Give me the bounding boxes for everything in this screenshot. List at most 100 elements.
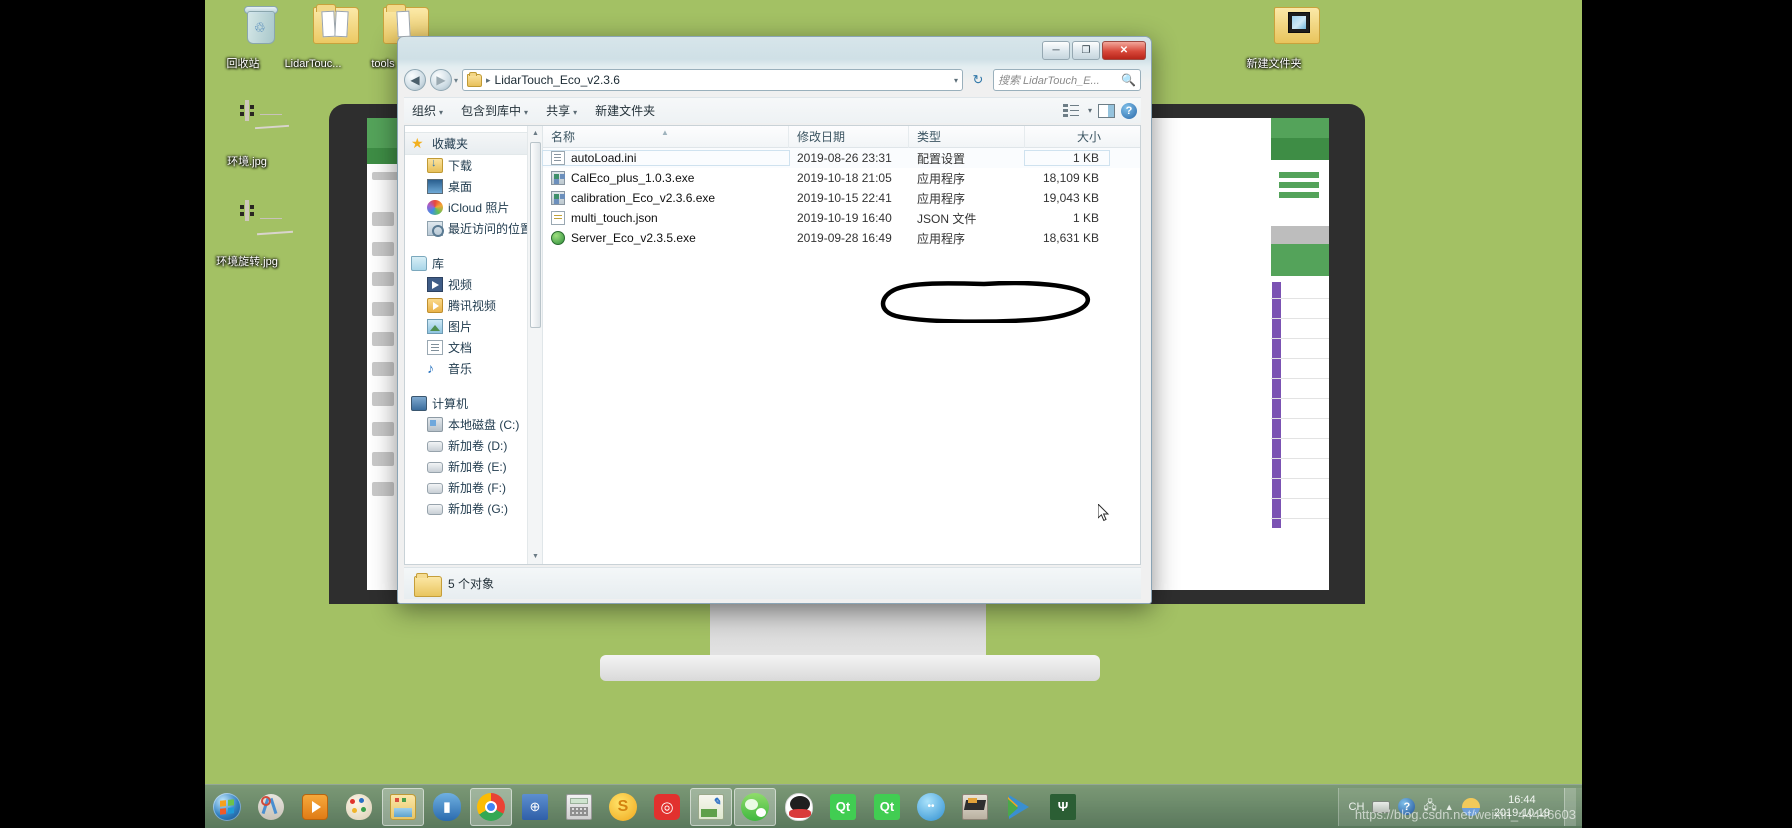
desktop-icon-new-folder[interactable]: 新建文件夹 xyxy=(1228,4,1320,70)
taskbar-media-player-icon[interactable] xyxy=(294,788,336,826)
sidebar-item-icloud-photos[interactable]: iCloud 照片 xyxy=(405,197,542,218)
taskbar-chrome-icon[interactable] xyxy=(470,787,512,826)
sidebar-item-computer[interactable]: 计算机 xyxy=(405,393,542,414)
breadcrumb[interactable]: ▸ LidarTouch_Eco_v2.3.6 ▾ xyxy=(462,69,963,91)
taskbar-sogou-icon[interactable]: S xyxy=(602,788,644,826)
taskbar-qt-creator-icon[interactable]: Qt xyxy=(822,788,864,826)
drive-icon xyxy=(427,462,443,473)
new-folder-button[interactable]: 新建文件夹 xyxy=(587,99,663,122)
taskbar-qq-icon[interactable] xyxy=(778,788,820,826)
titlebar[interactable]: ─ ❐ ✕ xyxy=(401,40,1148,66)
desktop-icon-huanjing-jpg[interactable]: 环境.jpg xyxy=(205,100,293,168)
sidebar-item-music[interactable]: ♪ 音乐 xyxy=(405,358,542,379)
sidebar-item-desktop[interactable]: 桌面 xyxy=(405,176,542,197)
include-in-library-label: 包含到库中 xyxy=(461,104,522,118)
organize-button[interactable]: 组织 ▾ xyxy=(404,99,451,122)
taskbar-vmware-icon[interactable]: Ψ xyxy=(1042,788,1084,826)
taskbar-qt-designer-icon[interactable]: Qt xyxy=(866,788,908,826)
table-row[interactable]: CalEco_plus_1.0.3.exe 2019-10-18 21:05 应… xyxy=(543,168,1140,188)
column-header-date[interactable]: 修改日期 xyxy=(789,126,909,148)
sidebar-item-pictures[interactable]: 图片 xyxy=(405,316,542,337)
preview-pane-icon[interactable] xyxy=(1098,103,1115,118)
taskbar-snipping-tool-icon[interactable] xyxy=(250,788,292,826)
navigation-pane[interactable]: ★ 收藏夹 下载 桌面 iCloud 照片 xyxy=(405,126,543,564)
taskbar-netease-music-icon[interactable]: ◎ xyxy=(646,788,688,826)
sidebar-item-label: 本地磁盘 (C:) xyxy=(448,418,520,432)
windows-start-icon[interactable] xyxy=(206,788,248,826)
taskbar-cad-icon[interactable] xyxy=(954,788,996,826)
forward-button[interactable]: ▶ xyxy=(430,69,452,91)
table-row[interactable]: Server_Eco_v2.3.5.exe 2019-09-28 16:49 应… xyxy=(543,228,1140,248)
minimize-button[interactable]: ─ xyxy=(1042,41,1070,60)
include-in-library-button[interactable]: 包含到库中 ▾ xyxy=(453,99,536,122)
drive-icon xyxy=(427,441,443,452)
file-size-cell: 1 KB xyxy=(1072,211,1099,225)
sidebar-item-drive-e[interactable]: 新加卷 (E:) xyxy=(405,456,542,477)
scroll-down-arrow-icon[interactable]: ▼ xyxy=(528,549,542,564)
desktop-icon-label: 环境旋转.jpg xyxy=(216,256,278,268)
status-item-count: 5 个对象 xyxy=(448,577,495,591)
file-name-cell[interactable]: multi_touch.json xyxy=(543,211,789,225)
scrollbar-thumb[interactable] xyxy=(530,142,541,328)
sidebar-item-label: 库 xyxy=(432,257,445,271)
table-row[interactable]: calibration_Eco_v2.3.6.exe 2019-10-15 22… xyxy=(543,188,1140,208)
sidebar-item-label: 下载 xyxy=(448,159,473,173)
chevron-down-icon[interactable]: ▾ xyxy=(1088,106,1092,115)
sidebar-item-favorites[interactable]: ★ 收藏夹 xyxy=(405,132,542,155)
close-button[interactable]: ✕ xyxy=(1102,41,1146,60)
table-row[interactable]: multi_touch.json 2019-10-19 16:40 JSON 文… xyxy=(543,208,1140,228)
sidebar-item-downloads[interactable]: 下载 xyxy=(405,155,542,176)
taskbar-wechat-icon[interactable] xyxy=(734,787,776,826)
toolbar-right-group: ▾ ? xyxy=(1062,102,1141,119)
sidebar-item-drive-d[interactable]: 新加卷 (D:) xyxy=(405,435,542,456)
recent-pages-caret-icon[interactable]: ▾ xyxy=(454,76,458,85)
taskbar-paint-icon[interactable] xyxy=(338,788,380,826)
file-name-cell[interactable]: Server_Eco_v2.3.5.exe xyxy=(543,231,789,245)
sidebar-item-drive-g[interactable]: 新加卷 (G:) xyxy=(405,498,542,519)
scroll-up-arrow-icon[interactable]: ▲ xyxy=(528,126,542,141)
file-list-pane[interactable]: 名称 修改日期 类型 大小 ▲ autoLoad.ini 2019-08-26 … xyxy=(542,126,1140,564)
back-button[interactable]: ◀ xyxy=(404,69,426,91)
table-row[interactable]: autoLoad.ini 2019-08-26 23:31 配置设置 1 KB xyxy=(542,148,1140,168)
file-name-cell[interactable]: CalEco_plus_1.0.3.exe xyxy=(543,171,789,185)
sidebar-item-drive-c[interactable]: 本地磁盘 (C:) xyxy=(405,414,542,435)
column-header-type[interactable]: 类型 xyxy=(909,126,1025,148)
file-date-cell: 2019-10-15 22:41 xyxy=(797,191,892,205)
taskbar-explorer-icon[interactable] xyxy=(382,787,424,826)
sidebar-item-recent-places[interactable]: 最近访问的位置 xyxy=(405,218,542,239)
breadcrumb-path[interactable]: LidarTouch_Eco_v2.3.6 xyxy=(495,73,620,87)
drive-icon xyxy=(427,504,443,515)
sidebar-item-label: 计算机 xyxy=(432,397,469,411)
chevron-down-icon[interactable]: ▾ xyxy=(954,76,958,85)
desktop-icon xyxy=(427,179,443,194)
taskbar-potplayer-icon[interactable] xyxy=(998,788,1040,826)
music-icon: ♪ xyxy=(427,360,434,376)
refresh-button[interactable]: ↻ xyxy=(967,69,989,91)
search-input[interactable]: 搜索 LidarTouch_E... 🔍 xyxy=(993,69,1141,91)
desktop-icon-huanjing-xuanzhuan-jpg[interactable]: 环境旋转.jpg xyxy=(205,200,294,268)
taskbar-pdf-reader-icon[interactable]: ▮ xyxy=(426,788,468,826)
list-view-icon[interactable] xyxy=(1062,103,1079,118)
taskbar-notepad-plus-icon[interactable]: ✎ xyxy=(690,787,732,826)
taskbar-dictionary-icon[interactable]: ⊕ xyxy=(514,788,556,826)
sidebar-item-libraries[interactable]: 库 xyxy=(405,253,542,274)
sidebar-item-tencent-video[interactable]: 腾讯视频 xyxy=(405,295,542,316)
sidebar-item-label: 最近访问的位置 xyxy=(448,222,533,236)
sidebar-item-videos[interactable]: 视频 xyxy=(405,274,542,295)
taskbar-aliwangwang-icon[interactable]: •• xyxy=(910,788,952,826)
sidebar-item-documents[interactable]: 文档 xyxy=(405,337,542,358)
window-chrome: ─ ❐ ✕ ◀ ▶ ▾ ▸ LidarTouch_Eco_v2.3.6 ▾ ↻ … xyxy=(398,37,1151,603)
share-button[interactable]: 共享 ▾ xyxy=(538,99,585,122)
column-header-size[interactable]: 大小 xyxy=(1025,126,1109,148)
folder-icon xyxy=(1228,4,1320,56)
sidebar-item-label: 文档 xyxy=(448,341,473,355)
taskbar-calculator-icon[interactable] xyxy=(558,788,600,826)
sidebar-item-drive-f[interactable]: 新加卷 (F:) xyxy=(405,477,542,498)
navigation-pane-scrollbar[interactable]: ▲ ▼ xyxy=(527,126,542,564)
file-name-cell[interactable]: autoLoad.ini xyxy=(542,150,790,166)
explorer-window[interactable]: ─ ❐ ✕ ◀ ▶ ▾ ▸ LidarTouch_Eco_v2.3.6 ▾ ↻ … xyxy=(397,36,1152,604)
help-icon[interactable]: ? xyxy=(1121,102,1137,119)
file-name-cell[interactable]: calibration_Eco_v2.3.6.exe xyxy=(543,191,789,205)
maximize-button[interactable]: ❐ xyxy=(1072,41,1100,60)
